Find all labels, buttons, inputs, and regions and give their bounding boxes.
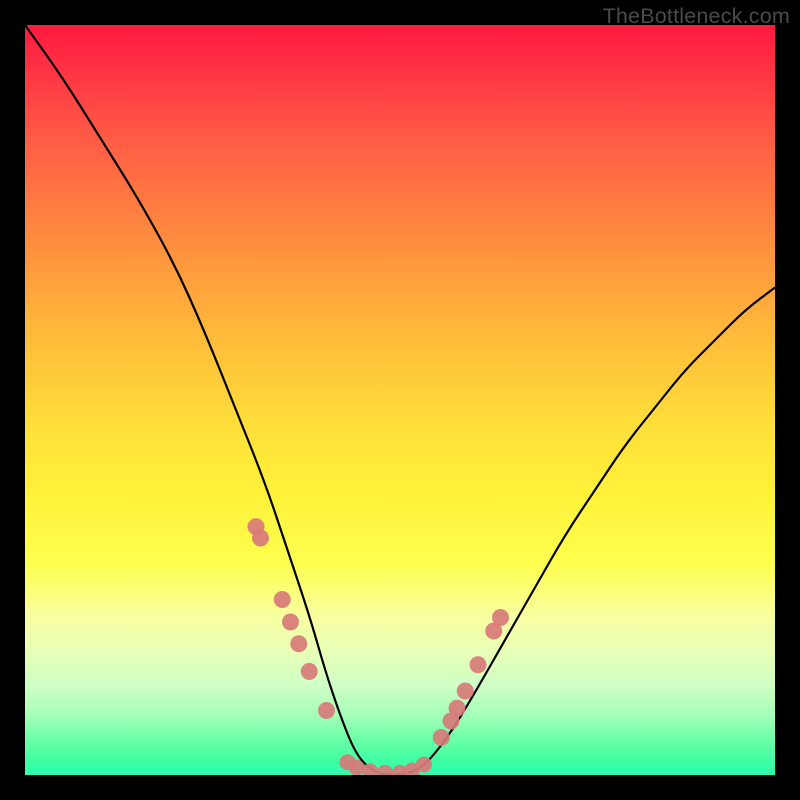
data-marker (349, 760, 365, 776)
plot-area (25, 25, 775, 775)
data-marker (318, 702, 335, 719)
data-marker (301, 663, 318, 680)
data-marker (492, 609, 509, 626)
data-marker (282, 614, 299, 631)
bottleneck-curve (25, 25, 775, 775)
data-marker (290, 635, 307, 652)
data-marker (362, 763, 378, 775)
data-marker (274, 591, 291, 608)
chart-frame: TheBottleneck.com (0, 0, 800, 800)
data-marker (416, 757, 432, 773)
data-marker (252, 530, 269, 547)
curve-overlay (25, 25, 775, 775)
data-markers (248, 518, 510, 775)
data-marker (470, 656, 487, 673)
attribution-text: TheBottleneck.com (603, 4, 790, 29)
data-marker (449, 700, 466, 717)
data-marker (433, 729, 450, 746)
data-marker (377, 765, 393, 775)
data-marker (457, 683, 474, 700)
